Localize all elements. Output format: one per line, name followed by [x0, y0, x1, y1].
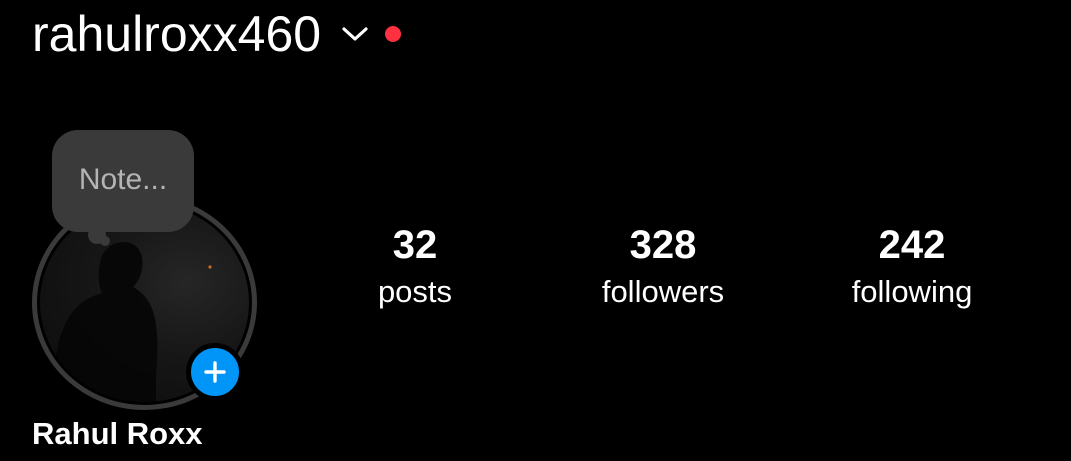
- following-stat[interactable]: 242 following: [812, 222, 1012, 316]
- followers-label: followers: [601, 274, 725, 309]
- profile-header-page: rahulroxx460 Note... Rahul Roxx 32 posts…: [0, 0, 1071, 461]
- posts-label: posts: [377, 274, 453, 309]
- posts-stat[interactable]: 32 posts: [315, 222, 515, 316]
- following-label: following: [851, 274, 973, 309]
- followers-stat[interactable]: 328 followers: [563, 222, 763, 316]
- add-story-button[interactable]: [186, 343, 244, 401]
- account-header: rahulroxx460: [32, 4, 402, 64]
- display-name: Rahul Roxx: [32, 416, 203, 451]
- note-bubble[interactable]: Note...: [52, 130, 194, 232]
- plus-icon: [204, 361, 226, 383]
- username[interactable]: rahulroxx460: [32, 4, 321, 64]
- following-count: 242: [878, 223, 946, 267]
- followers-count: 328: [629, 223, 697, 267]
- notification-dot: [385, 26, 402, 42]
- note-bubble-tail-small: [100, 236, 110, 246]
- note-placeholder: Note...: [78, 163, 168, 196]
- chevron-down-icon[interactable]: [341, 24, 369, 44]
- posts-count: 32: [392, 223, 438, 267]
